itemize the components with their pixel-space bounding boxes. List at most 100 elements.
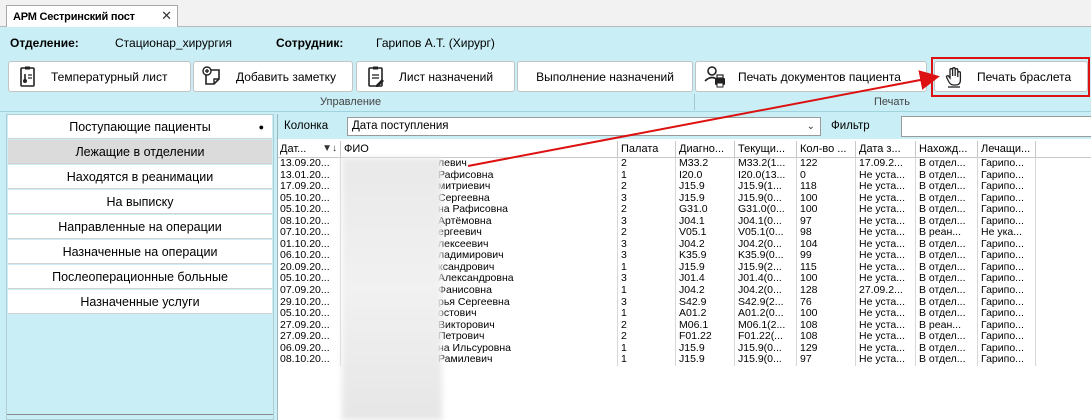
redacted-names-blur — [342, 158, 442, 420]
cell-ward: 3 — [619, 273, 676, 286]
add-note-button[interactable]: Добавить заметку — [193, 61, 353, 92]
cell-current: G31.0(0... — [736, 204, 797, 216]
col-header-ward[interactable]: Палата — [619, 141, 676, 157]
cell-ward: 1 — [619, 261, 676, 274]
cell-date: 20.09.20... — [278, 261, 341, 274]
panel-bottom-border — [7, 414, 273, 419]
nav-inpatients[interactable]: Лежащие в отделении — [8, 140, 272, 164]
nav-label: Находятся в реанимации — [66, 169, 214, 184]
col-header-date[interactable]: Дат... ▼↓ — [278, 141, 341, 157]
nav-assigned-services[interactable]: Назначенные услуги — [8, 290, 272, 314]
cell-diagnosis: J15.9 — [677, 181, 735, 193]
sort-icon[interactable]: ▼↓ — [322, 141, 337, 157]
nav-in-icu[interactable]: Находятся в реанимации — [8, 165, 272, 189]
cell-location: В отдел... — [917, 342, 978, 355]
tab-arm-nurse-post[interactable]: АРМ Сестринский пост ✕ — [6, 5, 178, 27]
cell-diagnosis: J15.9 — [677, 354, 735, 366]
cell-close-date: Не уста... — [857, 238, 916, 251]
cell-current: J04.2(0... — [736, 238, 797, 251]
temperature-sheet-button[interactable]: Температурный лист — [8, 61, 191, 92]
nav-label: Лежащие в отделении — [75, 144, 205, 159]
group-caption-print: Печать — [874, 96, 911, 108]
table-header: Дат... ▼↓ ФИО Палата Диагно... Текущи...… — [278, 141, 1091, 158]
cell-diagnosis: J15.9 — [677, 192, 735, 205]
col-header-current[interactable]: Текущи... — [736, 141, 797, 157]
cell-count: 108 — [798, 331, 856, 343]
cell-doctor: Гарипо... — [979, 261, 1036, 274]
cell-location: В отдел... — [917, 181, 978, 193]
cell-diagnosis: I20.0 — [677, 169, 735, 182]
cell-date: 29.10.20... — [278, 296, 341, 309]
cell-count: 128 — [798, 285, 856, 297]
cell-location: В отдел... — [917, 308, 978, 320]
department-value: Стационар_хирургия — [115, 36, 232, 50]
cell-ward: 2 — [619, 158, 676, 170]
nav-discharge[interactable]: На выписку — [8, 190, 272, 214]
cell-date: 17.09.20... — [278, 181, 341, 193]
cell-location: В отдел... — [917, 273, 978, 286]
cell-ward: 1 — [619, 308, 676, 320]
col-header-diagnosis[interactable]: Диагно... — [677, 141, 735, 157]
temperature-sheet-label: Температурный лист — [51, 69, 168, 84]
cell-doctor: Гарипо... — [979, 181, 1036, 193]
cell-date: 13.01.20... — [278, 169, 341, 182]
close-icon[interactable]: ✕ — [161, 8, 172, 24]
cell-doctor: Гарипо... — [979, 238, 1036, 251]
cell-date: 01.10.20... — [278, 238, 341, 251]
cell-close-date: Не уста... — [857, 319, 916, 332]
cell-diagnosis: J15.9 — [677, 342, 735, 355]
cell-diagnosis: J04.2 — [677, 285, 735, 297]
filter-input[interactable] — [901, 116, 1091, 137]
tab-label: АРМ Сестринский пост — [13, 10, 135, 23]
nav-label: Назначенные на операции — [62, 244, 218, 259]
nav-scheduled-surgery[interactable]: Назначенные на операции — [8, 240, 272, 264]
cell-current: V05.1(0... — [736, 227, 797, 239]
col-header-doctor[interactable]: Лечащи... — [979, 141, 1036, 157]
cell-count: 122 — [798, 158, 856, 170]
cell-diagnosis: M06.1 — [677, 319, 735, 332]
cell-diagnosis: J15.9 — [677, 261, 735, 274]
cell-current: J04.1(0... — [736, 215, 797, 228]
cell-diagnosis: V05.1 — [677, 227, 735, 239]
execute-prescriptions-button[interactable]: Выполнение назначений — [517, 61, 693, 92]
cell-count: 100 — [798, 204, 856, 216]
cell-close-date: Не уста... — [857, 227, 916, 239]
cell-doctor: Гарипо... — [979, 215, 1036, 228]
cell-current: K35.9(0... — [736, 250, 797, 262]
patient-category-nav: Поступающие пациенты ● Лежащие в отделен… — [6, 114, 274, 420]
cell-doctor: Гарипо... — [979, 285, 1036, 297]
col-header-close-date[interactable]: Дата з... — [857, 141, 916, 157]
filter-bar: Колонка Дата поступления ⌄ Фильтр — [278, 114, 1091, 139]
cell-doctor: Гарипо... — [979, 204, 1036, 216]
cell-current: J04.2(0... — [736, 285, 797, 297]
cell-diagnosis: F01.22 — [677, 331, 735, 343]
cell-count: 108 — [798, 319, 856, 332]
bracelet-highlight-box — [931, 57, 1090, 97]
cell-diagnosis: J04.1 — [677, 215, 735, 228]
employee-label: Сотрудник: — [276, 36, 344, 50]
cell-current: J15.9(0... — [736, 342, 797, 355]
cell-diagnosis: S42.9 — [677, 296, 735, 309]
cell-date: 07.10.20... — [278, 227, 341, 239]
nav-label: Направленные на операции — [58, 219, 222, 234]
print-patient-documents-button[interactable]: Печать документов пациента — [695, 61, 927, 92]
col-header-fio[interactable]: ФИО — [342, 141, 618, 157]
cell-date: 05.10.20... — [278, 192, 341, 205]
group-separator — [694, 94, 695, 110]
cell-location: В отдел... — [917, 261, 978, 274]
column-select[interactable]: Дата поступления ⌄ — [347, 117, 821, 136]
nav-incoming-patients[interactable]: Поступающие пациенты ● — [8, 115, 272, 139]
cell-ward: 1 — [619, 285, 676, 297]
cell-location: В реан... — [917, 319, 978, 332]
col-header-location[interactable]: Нахожд... — [917, 141, 978, 157]
cell-location: В отдел... — [917, 169, 978, 182]
nav-postoperative[interactable]: Послеоперационные больные — [8, 265, 272, 289]
col-header-count[interactable]: Кол-во ... — [798, 141, 856, 157]
cell-diagnosis: J04.2 — [677, 238, 735, 251]
cell-doctor: Гарипо... — [979, 273, 1036, 286]
chevron-down-icon: ⌄ — [806, 121, 815, 132]
cell-doctor: Гарипо... — [979, 192, 1036, 205]
cell-location: В отдел... — [917, 285, 978, 297]
prescriptions-sheet-button[interactable]: Лист назначений — [356, 61, 515, 92]
nav-referred-to-surgery[interactable]: Направленные на операции — [8, 215, 272, 239]
